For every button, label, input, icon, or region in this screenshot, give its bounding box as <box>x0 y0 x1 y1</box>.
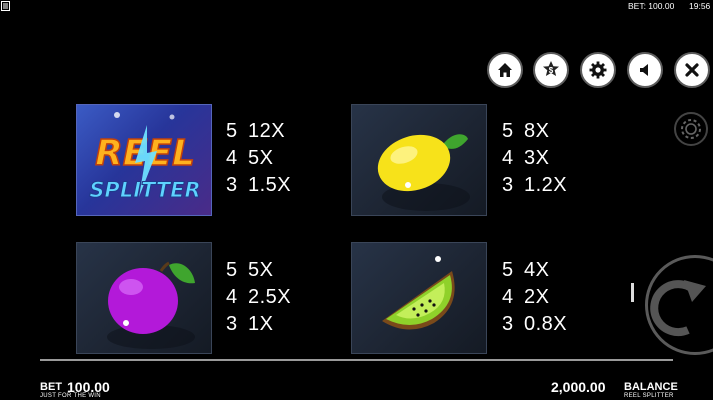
lemon-icon <box>377 134 470 211</box>
pays-lemon: 5 8X 4 3X 3 1.2X <box>502 118 567 199</box>
kiwi-icon <box>382 256 455 330</box>
pay-row: 4 3X <box>502 147 550 169</box>
pay-row: 5 5X <box>226 259 274 281</box>
spin-button[interactable] <box>645 255 713 355</box>
pay-row: 3 0.8X <box>502 313 568 335</box>
settings-button[interactable] <box>580 52 616 88</box>
pays-logo: 5 12X 4 5X 3 1.5X <box>226 118 291 199</box>
pay-row: 4 2X <box>502 286 550 308</box>
chip-icon <box>681 119 701 139</box>
pay-row: 5 4X <box>502 259 550 281</box>
symbol-tile-kiwi <box>351 242 487 354</box>
pays-plum: 5 5X 4 2.5X 3 1X <box>226 257 291 338</box>
pays-kiwi: 5 4X 4 2X 3 0.8X <box>502 257 567 338</box>
symbol-tile-logo: REEL SPLITTER <box>76 104 212 216</box>
status-bet: BET: 100.00 <box>628 1 675 11</box>
footer-divider <box>40 359 673 361</box>
pay-row: 3 1X <box>226 313 274 335</box>
spin-arrow-icon <box>650 280 706 337</box>
status-bar: BET: 100.00 19:56 <box>0 0 713 13</box>
chip-button[interactable] <box>674 112 708 146</box>
close-icon <box>685 63 699 77</box>
home-button[interactable] <box>487 52 523 88</box>
gear-icon <box>589 61 607 79</box>
balance-label: BALANCE <box>624 381 678 393</box>
pay-row: 3 1.2X <box>502 174 568 196</box>
pay-row: 5 8X <box>502 120 550 142</box>
symbol-tile-lemon <box>351 104 487 216</box>
scroll-indicator <box>631 283 634 302</box>
balance-subtitle: REEL SPLITTER <box>624 393 674 399</box>
balance-value: 2,000.00 <box>551 379 606 395</box>
sound-button[interactable] <box>627 52 663 88</box>
coin-star-icon: $ <box>543 61 559 76</box>
pay-row: 4 2.5X <box>226 286 292 308</box>
menu-icon[interactable] <box>1 1 10 11</box>
clock: 19:56 <box>689 1 711 11</box>
close-button[interactable] <box>674 52 710 88</box>
logo-word-2: SPLITTER <box>89 178 200 202</box>
pay-row: 5 12X <box>226 120 286 142</box>
reel-splitter-logo: REEL SPLITTER <box>89 112 201 203</box>
symbol-tile-plum <box>76 242 212 354</box>
bet-label: BET <box>40 381 62 393</box>
plum-icon <box>107 261 195 349</box>
coin-symbol: $ <box>549 66 554 75</box>
coin-button[interactable]: $ <box>533 52 569 88</box>
speaker-icon <box>640 64 648 76</box>
bet-subtitle: JUST FOR THE WIN <box>40 393 101 399</box>
pay-row: 3 1.5X <box>226 174 292 196</box>
pay-row: 4 5X <box>226 147 274 169</box>
home-icon <box>498 63 512 77</box>
